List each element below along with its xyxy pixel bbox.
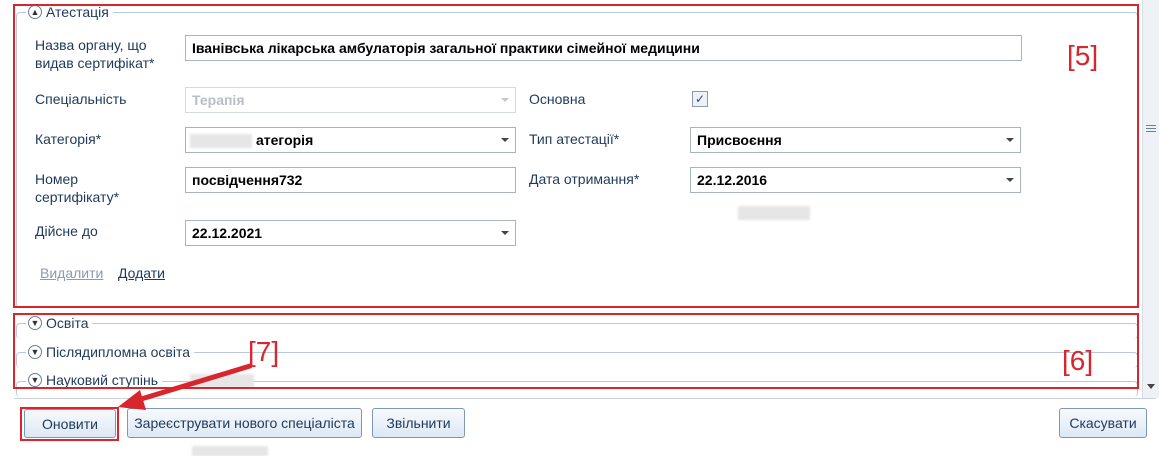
cancel-button[interactable]: Скасувати	[1059, 408, 1147, 438]
annotation-label-5: [5]	[1067, 40, 1099, 71]
scroll-down-icon[interactable]	[1147, 384, 1155, 389]
annotation-box-7	[20, 407, 119, 441]
vertical-scrollbar[interactable]	[1142, 0, 1159, 398]
annotation-label-7: [7]	[248, 336, 280, 367]
annotation-label-6: [6]	[1062, 345, 1094, 376]
dismiss-button[interactable]: Звільнити	[372, 408, 465, 438]
annotation-box-6	[13, 313, 1139, 389]
footer-divider	[14, 398, 1156, 399]
register-specialist-button[interactable]: Зареєструвати нового спеціаліста	[127, 408, 362, 438]
redacted-area	[192, 446, 268, 456]
annotation-box-5	[13, 4, 1139, 308]
scroll-thumb[interactable]	[1146, 110, 1156, 146]
